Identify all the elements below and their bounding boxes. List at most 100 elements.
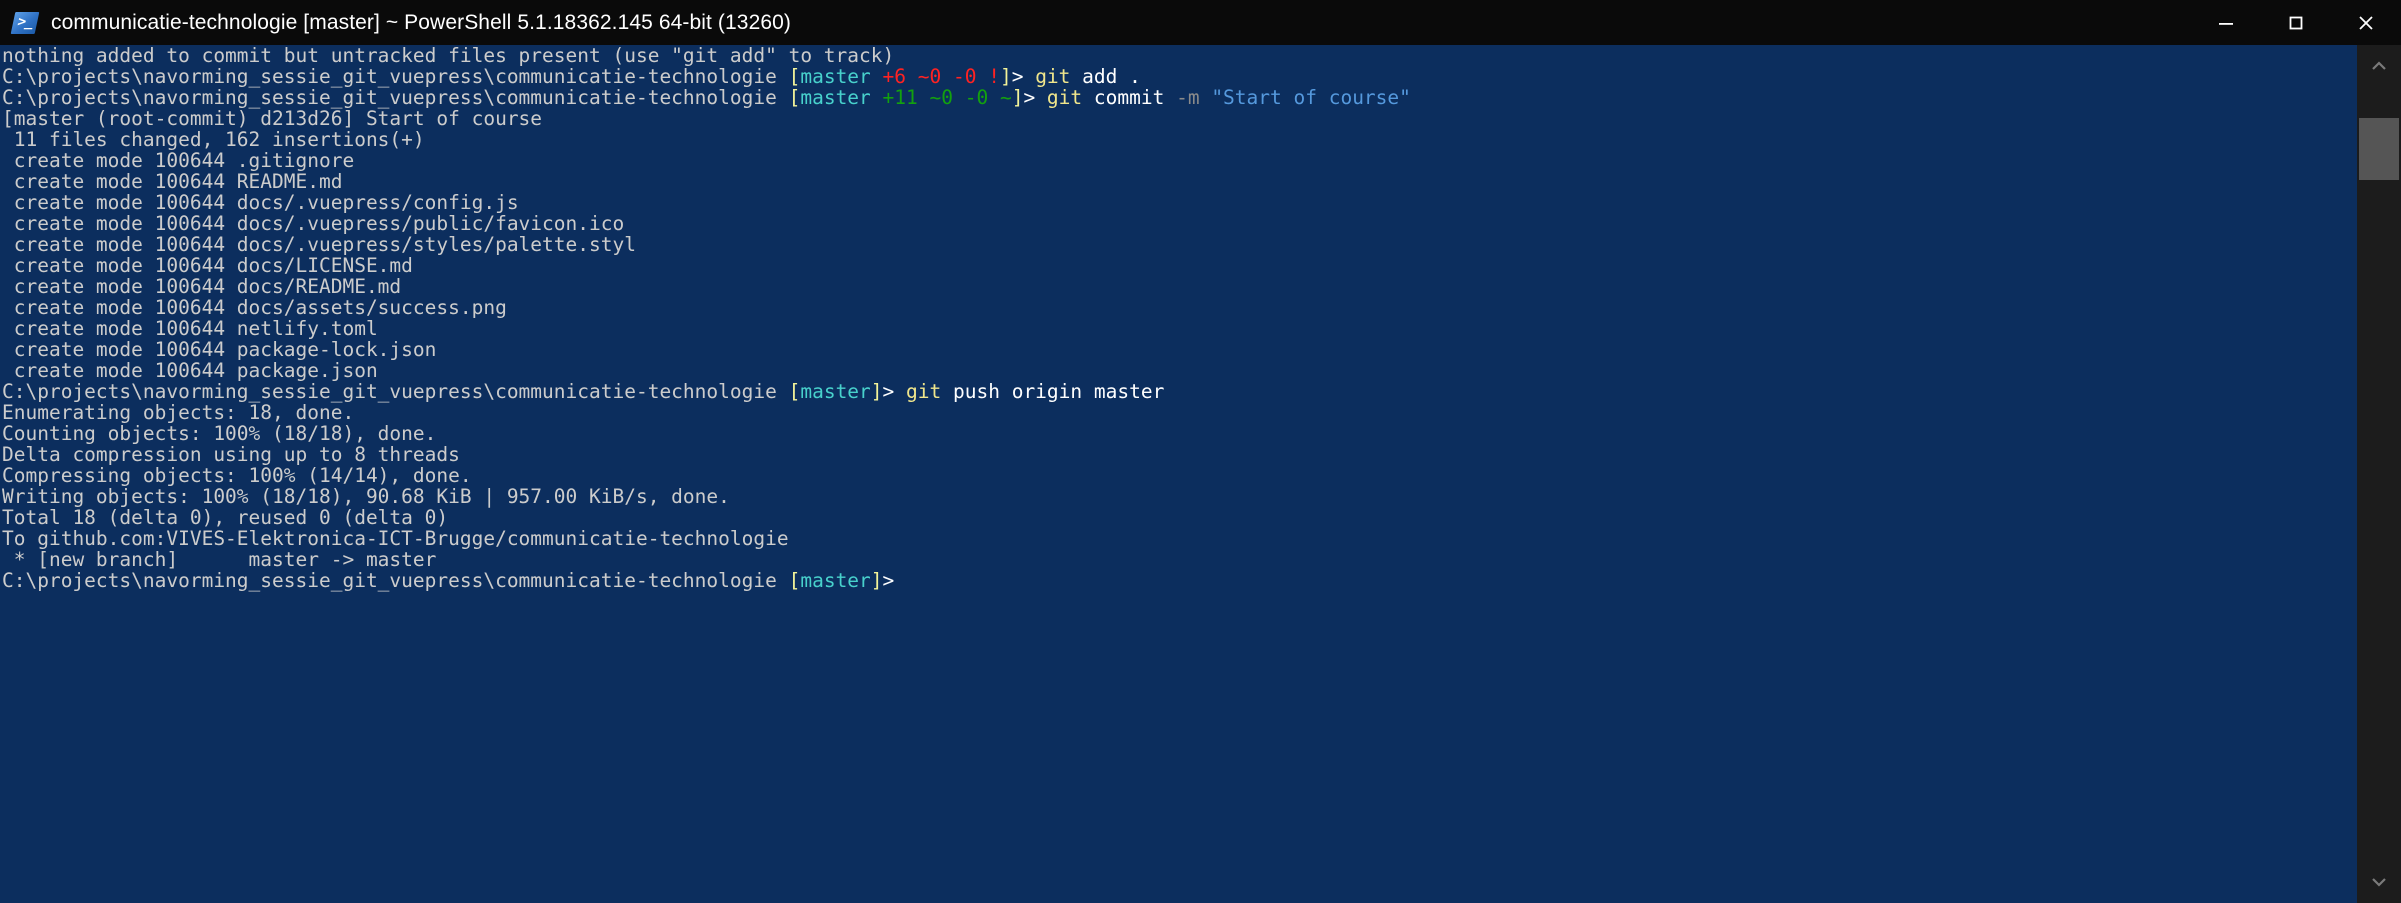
console-text-span: > [1023,86,1047,109]
chevron-down-icon [2372,878,2386,887]
maximize-button[interactable] [2261,0,2331,45]
console-text-span [871,65,883,88]
console-text-span: ] [1011,86,1024,109]
console-text-span: create mode 100644 netlify.toml [2,317,378,340]
console-text-span: ] [870,569,883,592]
console-text-span: Writing objects: 100% (18/18), 90.68 KiB… [2,485,730,508]
console-text-span: ] [999,65,1012,88]
scroll-up-button[interactable] [2357,45,2401,87]
console-line: C:\projects\navorming_sessie_git_vuepres… [2,381,2356,402]
console-line: create mode 100644 docs/.vuepress/public… [2,213,2356,234]
console-text-span: +11 ~0 -0 ~ [882,86,1012,109]
console-text-span: [ [788,569,801,592]
console-line: Counting objects: 100% (18/18), done. [2,423,2356,444]
console-output[interactable]: nothing added to commit but untracked fi… [0,45,2356,903]
console-text-span: ] [870,380,883,403]
console-text-span: nothing added to commit but untracked fi… [2,45,895,67]
console-line: To github.com:VIVES-Elektronica-ICT-Brug… [2,528,2356,549]
console-text-span: create mode 100644 docs/.vuepress/public… [2,212,625,235]
window-title: communicatie-technologie [master] ~ Powe… [51,10,792,34]
console-text-span: > [882,569,895,592]
console-line: create mode 100644 docs/.vuepress/config… [2,192,2356,213]
powershell-icon-glyph: >_ [16,13,35,30]
console-text-span: create mode 100644 docs/.vuepress/config… [2,191,519,214]
console-line: C:\projects\navorming_sessie_git_vuepres… [2,570,2356,591]
console-line: create mode 100644 docs/assets/success.p… [2,297,2356,318]
console-text-span: master [800,380,871,403]
console-text-span: * [new branch] master -> master [2,548,437,571]
console-line: create mode 100644 docs/README.md [2,276,2356,297]
console-text-span: To github.com:VIVES-Elektronica-ICT-Brug… [2,527,789,550]
scrollbar-thumb[interactable] [2359,118,2399,180]
console-line: Writing objects: 100% (18/18), 90.68 KiB… [2,486,2356,507]
scroll-down-button[interactable] [2357,861,2401,903]
console-text-span: create mode 100644 docs/assets/success.p… [2,296,507,319]
console-text-span: push origin master [941,380,1165,403]
powershell-icon: >_ [10,10,40,36]
console-text-span: commit [1082,86,1177,109]
console-area: nothing added to commit but untracked fi… [0,45,2401,903]
console-text-span: create mode 100644 docs/LICENSE.md [2,254,413,277]
console-line: [master (root-commit) d213d26] Start of … [2,108,2356,129]
console-text-span: create mode 100644 README.md [2,170,343,193]
console-line: create mode 100644 netlify.toml [2,318,2356,339]
minimize-button[interactable] [2191,0,2261,45]
console-text-span: create mode 100644 package-lock.json [2,338,437,361]
console-line: create mode 100644 docs/LICENSE.md [2,255,2356,276]
console-text-span: create mode 100644 .gitignore [2,149,355,172]
console-line: Enumerating objects: 18, done. [2,402,2356,423]
console-text-span: [ [788,380,801,403]
console-text-span: [ [788,65,801,88]
console-text-span: C:\projects\navorming_sessie_git_vuepres… [2,569,789,592]
console-text-span: Enumerating objects: 18, done. [2,401,355,424]
console-text-span: C:\projects\navorming_sessie_git_vuepres… [2,380,789,403]
chevron-up-icon [2372,61,2386,70]
close-button[interactable] [2331,0,2401,45]
console-line: create mode 100644 .gitignore [2,150,2356,171]
console-line: C:\projects\navorming_sessie_git_vuepres… [2,87,2356,108]
console-text-span: Compressing objects: 100% (14/14), done. [2,464,472,487]
title-bar-left: >_ communicatie-technologie [master] ~ P… [0,0,2191,45]
console-text-span: C:\projects\navorming_sessie_git_vuepres… [2,65,789,88]
console-line: Compressing objects: 100% (14/14), done. [2,465,2356,486]
console-line: create mode 100644 package-lock.json [2,339,2356,360]
console-text-span: "Start of course" [1211,86,1411,109]
console-line: Delta compression using up to 8 threads [2,444,2356,465]
console-line: Total 18 (delta 0), reused 0 (delta 0) [2,507,2356,528]
console-text-span: create mode 100644 package.json [2,359,378,382]
console-text-span: +6 ~0 -0 ! [882,65,1000,88]
console-text-span: master [800,65,871,88]
console-line: create mode 100644 README.md [2,171,2356,192]
title-bar[interactable]: >_ communicatie-technologie [master] ~ P… [0,0,2401,45]
scrollbar-track[interactable] [2357,87,2401,861]
console-line: C:\projects\navorming_sessie_git_vuepres… [2,66,2356,87]
console-text-span [1200,86,1212,109]
console-text-span: Delta compression using up to 8 threads [2,443,460,466]
console-line: nothing added to commit but untracked fi… [2,45,2356,66]
console-text-span: C:\projects\navorming_sessie_git_vuepres… [2,86,789,109]
console-line: create mode 100644 package.json [2,360,2356,381]
console-line: 11 files changed, 162 insertions(+) [2,129,2356,150]
console-text-span: master [800,569,871,592]
console-text-span [871,86,883,109]
console-text-span: master [800,86,871,109]
console-text-span: > [882,380,907,403]
console-text-span: [master (root-commit) d213d26] Start of … [2,107,543,130]
console-text-span: create mode 100644 docs/.vuepress/styles… [2,233,636,256]
console-text-span: -m [1176,86,1200,109]
console-line: * [new branch] master -> master [2,549,2356,570]
vertical-scrollbar[interactable] [2356,45,2401,903]
console-text-span: Total 18 (delta 0), reused 0 (delta 0) [2,506,449,529]
console-line: create mode 100644 docs/.vuepress/styles… [2,234,2356,255]
console-text-span: > [1011,65,1036,88]
console-text-span: create mode 100644 docs/README.md [2,275,402,298]
console-text-span: add . [1070,65,1141,88]
window-controls [2191,0,2401,45]
console-text-span: Counting objects: 100% (18/18), done. [2,422,437,445]
console-text-span: [ [788,86,801,109]
powershell-window: >_ communicatie-technologie [master] ~ P… [0,0,2401,903]
console-text-span: git [1035,65,1071,88]
console-text-span: 11 files changed, 162 insertions(+) [2,128,425,151]
console-text-span: git [1046,86,1083,109]
console-text-span: git [906,380,942,403]
